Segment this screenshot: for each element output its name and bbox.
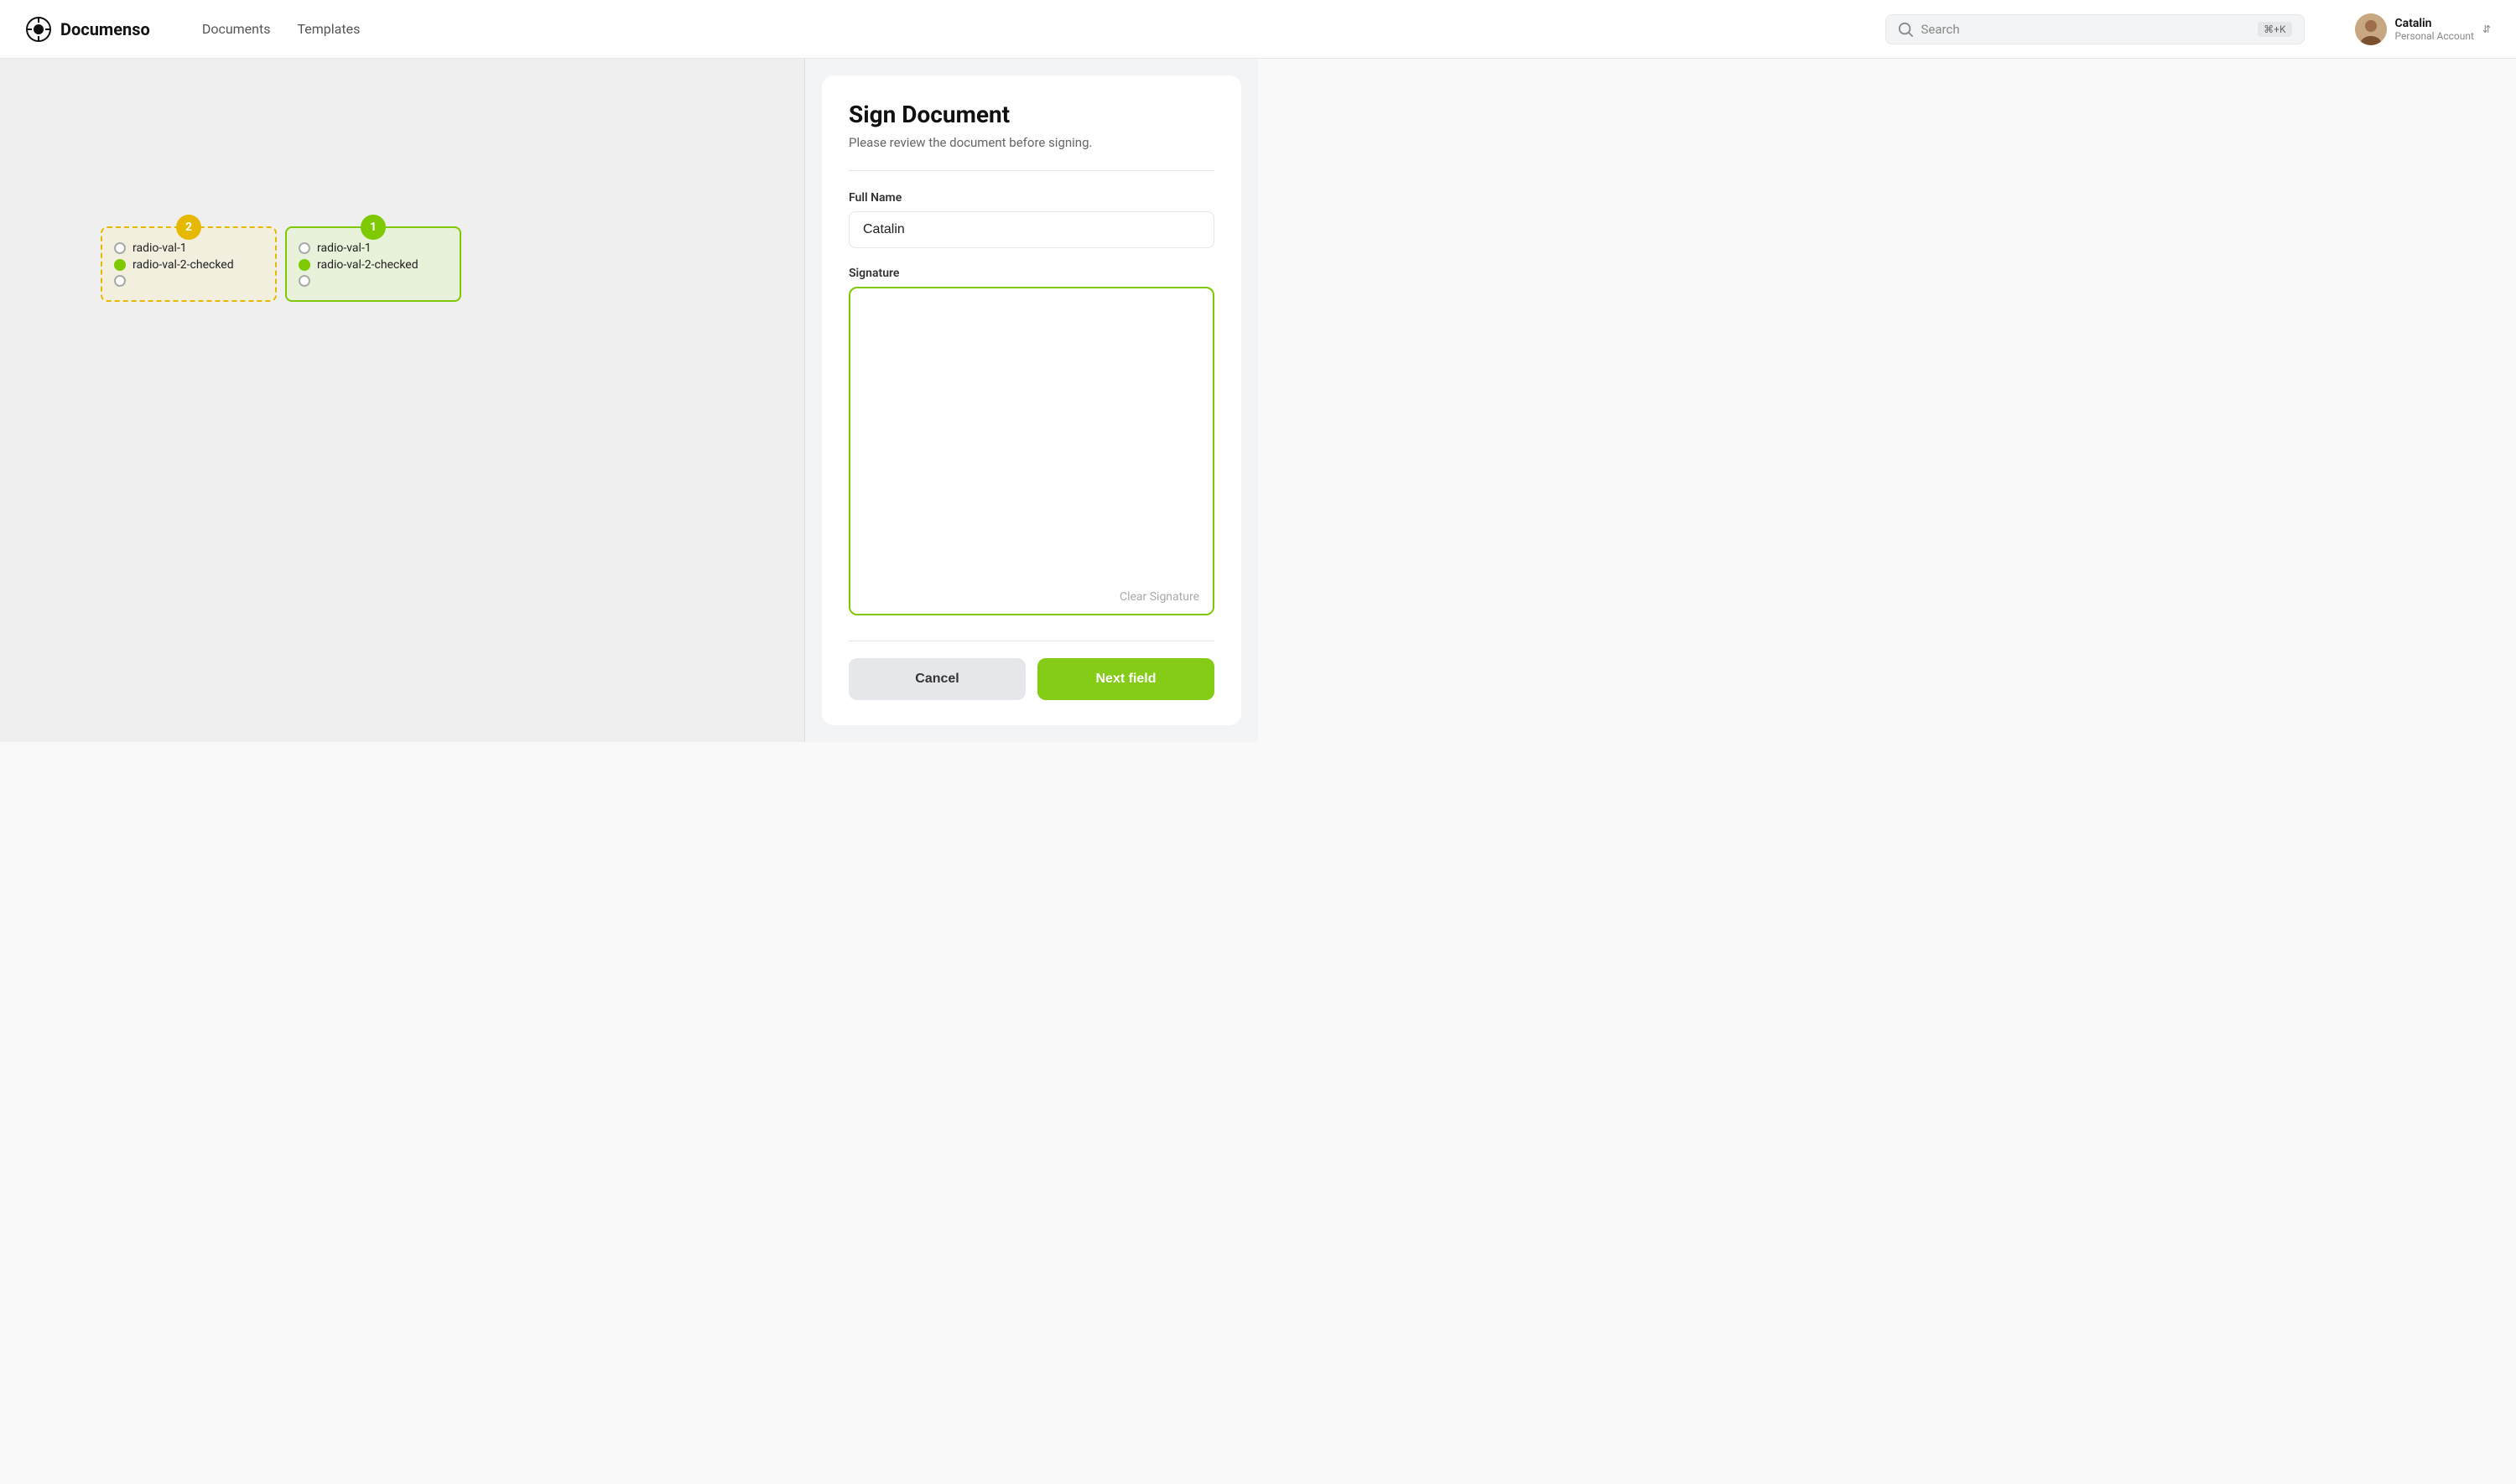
- header: Documenso Documents Templates Search ⌘+K…: [0, 0, 2516, 59]
- radio-field-yellow[interactable]: 2 radio-val-1 radio-val-2-checked: [101, 226, 277, 302]
- doc-canvas: 2 radio-val-1 radio-val-2-checked 1: [0, 59, 804, 742]
- signature-label: Signature: [849, 267, 1214, 280]
- user-info: Catalin Personal Account: [2395, 17, 2474, 42]
- search-bar[interactable]: Search ⌘+K: [1885, 14, 2305, 44]
- full-name-label: Full Name: [849, 191, 1214, 205]
- radio-circle-yellow-1: [114, 242, 126, 254]
- radio-option-yellow-1[interactable]: radio-val-1: [114, 241, 263, 255]
- radio-circle-green-3: [299, 275, 310, 287]
- search-icon: [1898, 22, 1913, 37]
- radio-circle-green-2: [299, 259, 310, 271]
- chevron-down-icon: ⇵: [2482, 23, 2491, 35]
- avatar: [2355, 13, 2387, 45]
- radio-circle-yellow-2: [114, 259, 126, 271]
- main-layout: 2 radio-val-1 radio-val-2-checked 1: [0, 59, 1258, 742]
- user-account: Personal Account: [2395, 30, 2474, 42]
- cancel-button[interactable]: Cancel: [849, 658, 1026, 700]
- user-menu[interactable]: Catalin Personal Account ⇵: [2355, 13, 2491, 45]
- search-placeholder: Search: [1921, 22, 2250, 37]
- right-panel: Sign Document Please review the document…: [805, 59, 1258, 742]
- next-field-button[interactable]: Next field: [1037, 658, 1214, 700]
- search-shortcut: ⌘+K: [2258, 22, 2291, 37]
- action-buttons: Cancel Next field: [849, 641, 1214, 700]
- document-area: 2 radio-val-1 radio-val-2-checked 1: [0, 59, 805, 742]
- signature-box[interactable]: Clear Signature: [849, 287, 1214, 615]
- radio-circle-green-1: [299, 242, 310, 254]
- logo-text: Documenso: [60, 19, 150, 39]
- logo[interactable]: Documenso: [25, 16, 150, 43]
- sign-card: Sign Document Please review the document…: [822, 75, 1241, 725]
- radio-label-yellow-2: radio-val-2-checked: [133, 258, 234, 272]
- main-nav: Documents Templates: [192, 16, 371, 42]
- radio-option-green-1[interactable]: radio-val-1: [299, 241, 448, 255]
- radio-option-yellow-2[interactable]: radio-val-2-checked: [114, 258, 263, 272]
- radio-label-green-2: radio-val-2-checked: [317, 258, 418, 272]
- logo-icon: [25, 16, 52, 43]
- radio-option-yellow-3[interactable]: [114, 275, 263, 287]
- radio-label-yellow-1: radio-val-1: [133, 241, 187, 255]
- nav-templates[interactable]: Templates: [287, 16, 370, 42]
- field-badge-yellow: 2: [176, 215, 201, 240]
- radio-option-green-3[interactable]: [299, 275, 448, 287]
- radio-field-green[interactable]: 1 radio-val-1 radio-val-2-checked: [285, 226, 461, 302]
- full-name-input[interactable]: [849, 211, 1214, 248]
- user-name: Catalin: [2395, 17, 2474, 30]
- nav-documents[interactable]: Documents: [192, 16, 281, 42]
- field-badge-green: 1: [361, 215, 386, 240]
- sign-title: Sign Document: [849, 101, 1214, 128]
- radio-option-green-2[interactable]: radio-val-2-checked: [299, 258, 448, 272]
- sign-subtitle: Please review the document before signin…: [849, 135, 1214, 150]
- clear-signature-button[interactable]: Clear Signature: [1120, 590, 1199, 604]
- radio-label-green-1: radio-val-1: [317, 241, 372, 255]
- radio-circle-yellow-3: [114, 275, 126, 287]
- divider-top: [849, 170, 1214, 171]
